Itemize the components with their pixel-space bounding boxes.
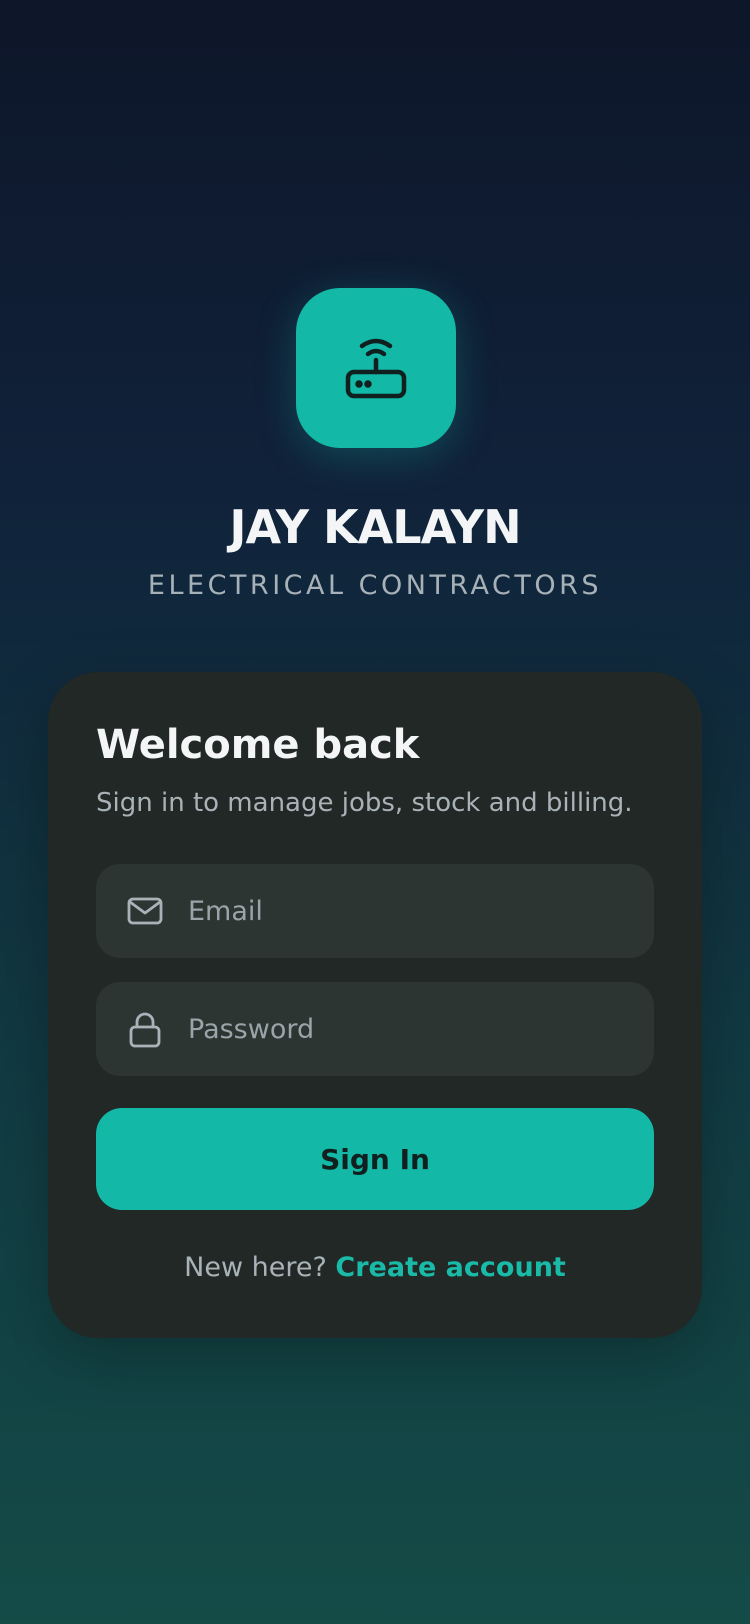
email-input[interactable] [188,881,654,941]
sign-in-button[interactable]: Sign In [96,1108,654,1210]
router-icon [345,338,407,399]
app-subtitle: ELECTRICAL CONTRACTORS [147,570,603,601]
app-title: JAY KALAYN [229,500,521,554]
create-account-prompt: New here? Create account [48,1252,702,1283]
login-card: Welcome back Sign in to manage jobs, sto… [48,672,702,1338]
card-title: Welcome back [96,722,420,768]
new-here-text: New here? [184,1252,336,1283]
email-field[interactable] [96,864,654,958]
lock-icon [126,1010,164,1048]
card-subtitle: Sign in to manage jobs, stock and billin… [96,788,633,818]
create-account-link[interactable]: Create account [335,1252,565,1283]
mail-icon [126,892,164,930]
password-input[interactable] [188,999,654,1059]
app-logo [296,288,456,448]
password-field[interactable] [96,982,654,1076]
